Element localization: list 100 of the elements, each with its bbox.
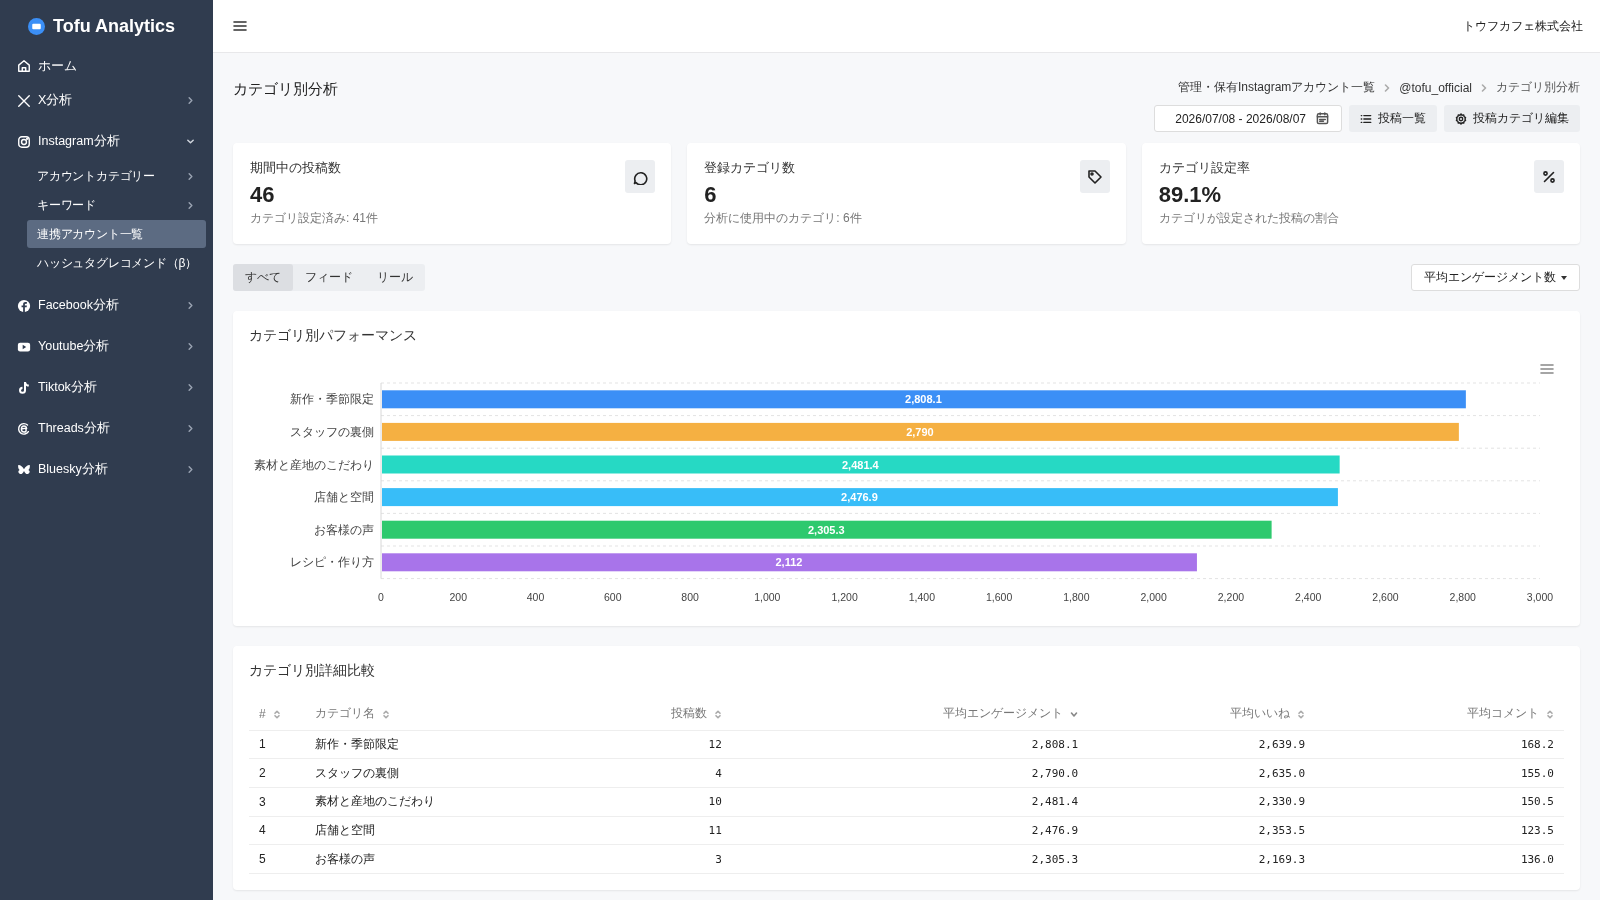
stat-value: 46 — [250, 183, 276, 208]
music-note-icon — [17, 380, 31, 395]
nav-item[interactable]: Bluesky分析 — [0, 449, 213, 490]
table-cell: 10 — [601, 787, 732, 817]
axis-label: 1,400 — [908, 590, 935, 603]
sort-icon[interactable] — [1297, 709, 1305, 719]
data-label: 2,808.1 — [905, 393, 942, 406]
sort-icon[interactable] — [272, 710, 281, 720]
table-cell: 2,808.1 — [731, 730, 1089, 759]
butterfly-icon — [17, 462, 31, 477]
tag-icon — [1086, 168, 1103, 185]
data-label: 2,112 — [775, 556, 803, 569]
nav-item[interactable]: Threads分析 — [0, 408, 213, 449]
table-cell: 2,639.9 — [1088, 730, 1315, 759]
stat-note: カテゴリが設定された投稿の割合 — [1158, 210, 1339, 228]
chart-title: カテゴリ別パフォーマンス — [249, 327, 418, 345]
column-header[interactable]: 平均コメント — [1467, 706, 1539, 721]
data-label: 2,476.9 — [841, 491, 878, 504]
axis-label: 1,200 — [831, 590, 858, 603]
stat-title: カテゴリ設定率 — [1158, 159, 1250, 177]
axis-label: お客様の声 — [314, 522, 374, 537]
column-header[interactable]: 平均いいね — [1230, 706, 1290, 721]
axis-label: 2,000 — [1140, 590, 1167, 603]
nav-item[interactable]: Youtube分析 — [0, 326, 213, 367]
table-cell: 2,481.4 — [731, 787, 1089, 817]
table-cell: 1 — [249, 730, 306, 759]
stat-note: 分析に使用中のカテゴリ: 6件 — [704, 210, 862, 228]
at-sign-icon — [17, 421, 31, 436]
menu-icon — [232, 18, 248, 34]
sort-icon[interactable] — [1546, 709, 1554, 719]
column-header[interactable]: 投稿数 — [670, 706, 707, 721]
nav-item[interactable]: Tiktok分析 — [0, 367, 213, 408]
data-label: 2,305.3 — [807, 523, 845, 536]
stat-value: 6 — [704, 183, 718, 208]
app-title: Tofu Analytics — [53, 15, 175, 37]
table-cell: 2,353.5 — [1088, 816, 1315, 845]
filter-tab[interactable]: すべて — [233, 264, 293, 291]
filter-tab[interactable]: リール — [365, 264, 425, 291]
home-icon — [17, 59, 31, 73]
axis-label: 1,600 — [986, 590, 1013, 603]
table-cell: 2,790.0 — [731, 758, 1089, 788]
table-cell: 2,330.9 — [1088, 787, 1315, 817]
sidebar-subitem[interactable]: アカウントカテゴリー — [27, 162, 206, 190]
date-range-field[interactable]: 2026/07/08 - 2026/08/07 — [1154, 105, 1342, 132]
breadcrumb-separator-icon — [1480, 83, 1488, 92]
axis-label: 1,800 — [1063, 590, 1090, 603]
axis-label: 0 — [378, 590, 384, 603]
list-icon — [1360, 112, 1372, 125]
sidebar-subitem[interactable]: 連携アカウント一覧 — [27, 220, 206, 248]
toolbar-button[interactable]: 投稿一覧 — [1349, 105, 1437, 132]
calendar-icon — [1316, 112, 1329, 125]
column-header[interactable]: 平均エンゲージメント — [943, 706, 1064, 721]
column-header[interactable]: カテゴリ名 — [315, 706, 376, 721]
table-cell: 4 — [249, 816, 306, 845]
percent-icon — [1541, 168, 1557, 185]
axis-label: 2,200 — [1217, 590, 1245, 603]
breadcrumb-link[interactable]: 管理・保有Instagramアカウント一覧 — [1177, 79, 1376, 96]
sort-icon[interactable] — [713, 709, 722, 719]
sort-descending-icon[interactable] — [1070, 709, 1079, 719]
table-cell: 2,169.3 — [1088, 844, 1315, 874]
table-cell: 2,476.9 — [731, 816, 1089, 845]
data-label: 2,790 — [906, 425, 934, 438]
table-cell: 3 — [601, 844, 732, 874]
axis-label: 2,800 — [1449, 590, 1476, 603]
toolbar-button[interactable]: 投稿カテゴリ編集 — [1444, 105, 1580, 132]
axis-label: 店舗と空間 — [314, 490, 374, 505]
breadcrumb-current: カテゴリ別分析 — [1496, 79, 1580, 96]
axis-label: レシピ・作り方 — [290, 555, 374, 570]
x-logo-icon — [17, 93, 31, 108]
breadcrumb-separator-icon — [1383, 83, 1392, 92]
chevron-right-icon — [186, 171, 195, 181]
nav-item[interactable]: ホーム — [0, 52, 213, 80]
table-cell: 123.5 — [1315, 816, 1564, 845]
sort-icon[interactable] — [382, 709, 391, 719]
table-cell: 136.0 — [1315, 844, 1564, 874]
axis-label: 200 — [449, 590, 468, 603]
table-title: カテゴリ別詳細比較 — [249, 662, 376, 680]
nav-item[interactable]: Instagram分析 — [0, 121, 213, 162]
filter-tab[interactable]: フィード — [293, 264, 365, 291]
table-cell: 3 — [249, 787, 306, 817]
axis-label: 1,000 — [754, 590, 781, 603]
axis-label: 素材と産地のこだわり — [254, 457, 374, 472]
metric-dropdown[interactable]: 平均エンゲージメント数 — [1411, 264, 1580, 291]
column-header[interactable]: # — [259, 706, 266, 721]
breadcrumb-link[interactable]: @tofu_official — [1399, 80, 1472, 95]
axis-label: 新作・季節限定 — [290, 392, 374, 407]
table-cell: 2,635.0 — [1088, 758, 1315, 788]
menu-icon[interactable] — [1540, 363, 1554, 375]
nav-item[interactable]: X分析 — [0, 80, 213, 121]
table-cell: 店舗と空間 — [305, 816, 602, 845]
stat-title: 登録カテゴリ数 — [704, 159, 796, 177]
table-cell: 150.5 — [1315, 787, 1564, 817]
sidebar-subitem[interactable]: キーワード — [27, 191, 206, 219]
table-cell: 12 — [601, 730, 732, 759]
logo-icon — [28, 17, 45, 35]
sidebar-subitem[interactable]: ハッシュタグレコメンド（β） — [27, 249, 206, 277]
table-cell: 2,305.3 — [731, 844, 1089, 874]
table-cell: 5 — [249, 844, 306, 874]
stat-note: カテゴリ設定済み: 41件 — [250, 210, 378, 228]
nav-item[interactable]: Facebook分析 — [0, 285, 213, 326]
